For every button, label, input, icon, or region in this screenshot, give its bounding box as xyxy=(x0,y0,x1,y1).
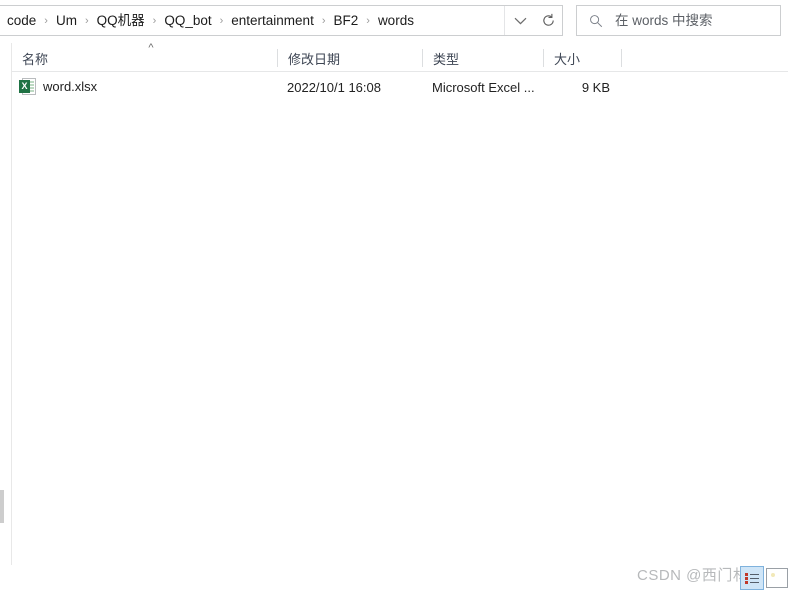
chevron-down-icon[interactable] xyxy=(504,6,535,35)
column-header-date-modified-label: 修改日期 xyxy=(288,51,341,67)
file-list: X word.xlsx 2022/10/1 16:08 Microsoft Ex… xyxy=(12,75,788,555)
column-header-size-label: 大小 xyxy=(554,51,581,67)
file-list-column-header: 名称 ^ 修改日期 类型 大小 xyxy=(12,43,788,72)
breadcrumb-item-0[interactable]: code xyxy=(2,9,41,33)
search-input[interactable] xyxy=(615,13,775,28)
column-header-underline xyxy=(12,71,788,72)
breadcrumb-item-6[interactable]: words xyxy=(373,9,419,33)
column-header-type[interactable]: 类型 xyxy=(423,44,543,72)
breadcrumb-separator-1: › xyxy=(84,14,89,27)
breadcrumb-separator-4: › xyxy=(321,14,326,27)
refresh-icon[interactable] xyxy=(535,5,563,36)
breadcrumb-separator-5: › xyxy=(366,14,370,27)
column-header-type-label: 类型 xyxy=(433,51,460,67)
breadcrumb[interactable]: code › Um › QQ机器 › QQ_bot › entertainmen… xyxy=(0,6,504,35)
breadcrumb-item-4[interactable]: entertainment xyxy=(226,9,319,33)
search-icon xyxy=(577,14,615,28)
column-header-date-modified[interactable]: 修改日期 xyxy=(278,44,422,72)
large-icons-view-icon[interactable] xyxy=(766,568,788,588)
breadcrumb-item-3[interactable]: QQ_bot xyxy=(159,9,216,33)
breadcrumb-item-5[interactable]: BF2 xyxy=(329,9,364,33)
column-header-name-label: 名称 xyxy=(22,51,49,67)
excel-file-icon: X xyxy=(19,78,36,96)
search-box[interactable] xyxy=(576,5,781,36)
navigation-pane-scrollbar-thumb[interactable] xyxy=(0,490,4,523)
details-view-icon[interactable] xyxy=(740,566,764,590)
address-bar[interactable]: code › Um › QQ机器 › QQ_bot › entertainmen… xyxy=(0,5,536,36)
file-type-cell: Microsoft Excel ... xyxy=(432,79,535,95)
table-row[interactable]: X word.xlsx 2022/10/1 16:08 Microsoft Ex… xyxy=(12,75,788,99)
excel-file-icon-letter: X xyxy=(19,80,30,93)
column-header-name[interactable]: 名称 ^ xyxy=(12,43,277,72)
breadcrumb-separator-3: › xyxy=(219,14,224,27)
column-header-size[interactable]: 大小 xyxy=(544,44,621,72)
file-name-label: word.xlsx xyxy=(43,79,98,94)
explorer-toolbar: code › Um › QQ机器 › QQ_bot › entertainmen… xyxy=(0,0,788,43)
sort-ascending-icon: ^ xyxy=(148,43,154,53)
breadcrumb-separator-0: › xyxy=(44,14,48,27)
breadcrumb-item-2[interactable]: QQ机器 xyxy=(92,9,150,33)
breadcrumb-separator-2: › xyxy=(152,14,157,27)
file-date-modified-cell: 2022/10/1 16:08 xyxy=(287,79,381,95)
view-mode-buttons xyxy=(740,566,788,591)
breadcrumb-item-1[interactable]: Um xyxy=(51,9,82,33)
column-separator-4[interactable] xyxy=(621,49,622,67)
file-name-cell[interactable]: X word.xlsx xyxy=(12,75,277,99)
file-size-cell: 9 KB xyxy=(581,79,610,95)
